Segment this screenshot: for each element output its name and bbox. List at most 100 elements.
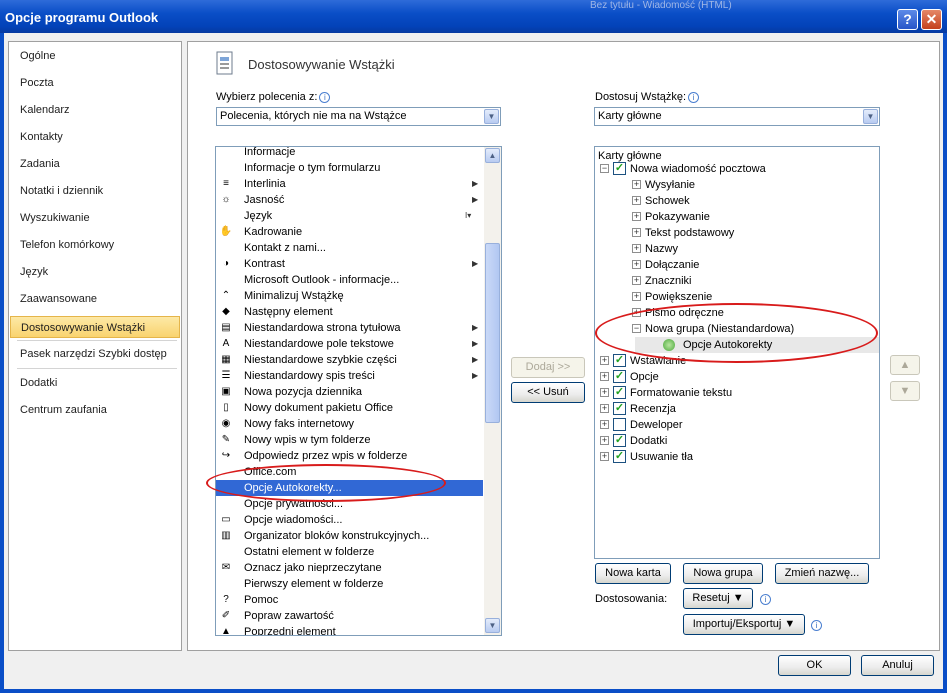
expand-icon[interactable]: +: [600, 452, 609, 461]
command-item[interactable]: ✐ Popraw zawartość: [216, 608, 483, 624]
import-export-button[interactable]: Importuj/Eksportuj ▼: [683, 614, 805, 635]
command-item[interactable]: Microsoft Outlook - informacje...: [216, 272, 483, 288]
nav-item[interactable]: Pasek narzędzi Szybki dostęp: [9, 343, 181, 365]
command-item[interactable]: ☰ Niestandardowy spis treści ▶: [216, 368, 483, 384]
command-item[interactable]: ✋ Kadrowanie: [216, 224, 483, 240]
expand-icon[interactable]: +: [632, 276, 641, 285]
collapse-icon[interactable]: −: [632, 324, 641, 333]
tab-checkbox[interactable]: ✓: [613, 162, 626, 175]
tree-group[interactable]: + Wysyłanie: [595, 177, 879, 193]
tree-group[interactable]: + Tekst podstawowy: [595, 225, 879, 241]
command-item[interactable]: ⌃ Minimalizuj Wstążkę: [216, 288, 483, 304]
command-item[interactable]: Ostatni element w folderze: [216, 544, 483, 560]
move-down-button[interactable]: ▼: [890, 381, 920, 401]
customize-ribbon-dropdown[interactable]: Karty główne ▼: [594, 107, 880, 126]
expand-icon[interactable]: +: [600, 404, 609, 413]
tree-tab[interactable]: + ✓ Recenzja: [595, 401, 879, 417]
command-item[interactable]: ▥ Organizator bloków konstrukcyjnych...: [216, 528, 483, 544]
tree-tab[interactable]: + ✓ Usuwanie tła: [595, 449, 879, 465]
expand-icon[interactable]: +: [600, 420, 609, 429]
new-group-button[interactable]: Nowa grupa: [683, 563, 763, 584]
command-item[interactable]: ✉ Oznacz jako nieprzeczytane: [216, 560, 483, 576]
command-item[interactable]: ◆ Następny element: [216, 304, 483, 320]
nav-item[interactable]: Ogólne: [9, 45, 181, 67]
tab-checkbox[interactable]: [613, 418, 626, 431]
scroll-thumb[interactable]: [485, 243, 500, 423]
help-button[interactable]: ?: [897, 9, 918, 30]
command-item[interactable]: ☼ Jasność ▶: [216, 192, 483, 208]
tree-group[interactable]: + Schowek: [595, 193, 879, 209]
command-item[interactable]: ◑ Kontrast ▶: [216, 256, 483, 272]
command-item[interactable]: Informacje: [216, 147, 483, 160]
tree-tab[interactable]: + ✓ Formatowanie tekstu: [595, 385, 879, 401]
nav-item[interactable]: Poczta: [9, 72, 181, 94]
tree-command[interactable]: Opcje Autokorekty: [635, 337, 879, 353]
scroll-down-icon[interactable]: ▼: [485, 618, 500, 633]
tab-checkbox[interactable]: ✓: [613, 450, 626, 463]
command-item[interactable]: Office.com: [216, 464, 483, 480]
reset-button[interactable]: Resetuj ▼: [683, 588, 753, 609]
command-item[interactable]: ▦ Niestandardowe szybkie części ▶: [216, 352, 483, 368]
nav-item[interactable]: Wyszukiwanie: [9, 207, 181, 229]
scroll-up-icon[interactable]: ▲: [485, 148, 500, 163]
command-item[interactable]: Informacje o tym formularzu: [216, 160, 483, 176]
add-button[interactable]: Dodaj >>: [511, 357, 585, 378]
commands-scrollbar[interactable]: ▲ ▼: [484, 147, 501, 635]
expand-icon[interactable]: +: [600, 388, 609, 397]
tree-tab[interactable]: − ✓ Nowa wiadomość pocztowa: [595, 161, 879, 177]
command-item[interactable]: ? Pomoc: [216, 592, 483, 608]
expand-icon[interactable]: +: [632, 196, 641, 205]
tab-checkbox[interactable]: ✓: [613, 434, 626, 447]
nav-item[interactable]: Notatki i dziennik: [9, 180, 181, 202]
command-item[interactable]: ▣ Nowa pozycja dziennika: [216, 384, 483, 400]
command-item[interactable]: ▤ Niestandardowa strona tytułowa ▶: [216, 320, 483, 336]
expand-icon[interactable]: +: [632, 212, 641, 221]
nav-item[interactable]: Zaawansowane: [9, 288, 181, 310]
tree-tab[interactable]: + Deweloper: [595, 417, 879, 433]
nav-item[interactable]: Kalendarz: [9, 99, 181, 121]
new-tab-button[interactable]: Nowa karta: [595, 563, 671, 584]
expand-icon[interactable]: +: [600, 372, 609, 381]
choose-commands-dropdown[interactable]: Polecenia, których nie ma na Wstążce ▼: [216, 107, 501, 126]
chevron-down-icon[interactable]: ▼: [863, 109, 878, 124]
tree-group[interactable]: + Znaczniki: [595, 273, 879, 289]
expand-icon[interactable]: +: [632, 180, 641, 189]
nav-item[interactable]: Telefon komórkowy: [9, 234, 181, 256]
command-item[interactable]: A Niestandardowe pole tekstowe ▶: [216, 336, 483, 352]
tab-checkbox[interactable]: ✓: [613, 354, 626, 367]
tab-checkbox[interactable]: ✓: [613, 370, 626, 383]
tree-group[interactable]: + Pokazywanie: [595, 209, 879, 225]
ribbon-tree[interactable]: Karty główne − ✓ Nowa wiadomość pocztowa + W…: [594, 146, 880, 559]
nav-item[interactable]: Dostosowywanie Wstążki: [10, 316, 180, 338]
rename-button[interactable]: Zmień nazwę...: [775, 563, 869, 584]
command-item[interactable]: ▭ Opcje wiadomości...: [216, 512, 483, 528]
close-button[interactable]: ✕: [921, 9, 942, 30]
command-item[interactable]: Opcje Autokorekty...: [216, 480, 483, 496]
nav-item[interactable]: Dodatki: [9, 372, 181, 394]
expand-icon[interactable]: +: [632, 228, 641, 237]
nav-item[interactable]: Zadania: [9, 153, 181, 175]
command-item[interactable]: ≡ Interlinia ▶: [216, 176, 483, 192]
command-item[interactable]: Opcje prywatności...: [216, 496, 483, 512]
tree-tab[interactable]: + ✓ Opcje: [595, 369, 879, 385]
nav-item[interactable]: Kontakty: [9, 126, 181, 148]
tab-checkbox[interactable]: ✓: [613, 402, 626, 415]
cancel-button[interactable]: Anuluj: [861, 655, 934, 676]
tree-tab[interactable]: + ✓ Dodatki: [595, 433, 879, 449]
command-item[interactable]: Kontakt z nami...: [216, 240, 483, 256]
tree-group[interactable]: + Pismo odręczne: [595, 305, 879, 321]
remove-button[interactable]: << Usuń: [511, 382, 585, 403]
expand-icon[interactable]: +: [600, 436, 609, 445]
expand-icon[interactable]: +: [632, 308, 641, 317]
ok-button[interactable]: OK: [778, 655, 851, 676]
move-up-button[interactable]: ▲: [890, 355, 920, 375]
tab-checkbox[interactable]: ✓: [613, 386, 626, 399]
command-item[interactable]: Pierwszy element w folderze: [216, 576, 483, 592]
expand-icon[interactable]: +: [632, 260, 641, 269]
collapse-icon[interactable]: −: [600, 164, 609, 173]
command-item[interactable]: ◉ Nowy faks internetowy: [216, 416, 483, 432]
expand-icon[interactable]: +: [600, 356, 609, 365]
command-item[interactable]: ✎ Nowy wpis w tym folderze: [216, 432, 483, 448]
nav-item[interactable]: Język: [9, 261, 181, 283]
tree-group[interactable]: + Powiększenie: [595, 289, 879, 305]
